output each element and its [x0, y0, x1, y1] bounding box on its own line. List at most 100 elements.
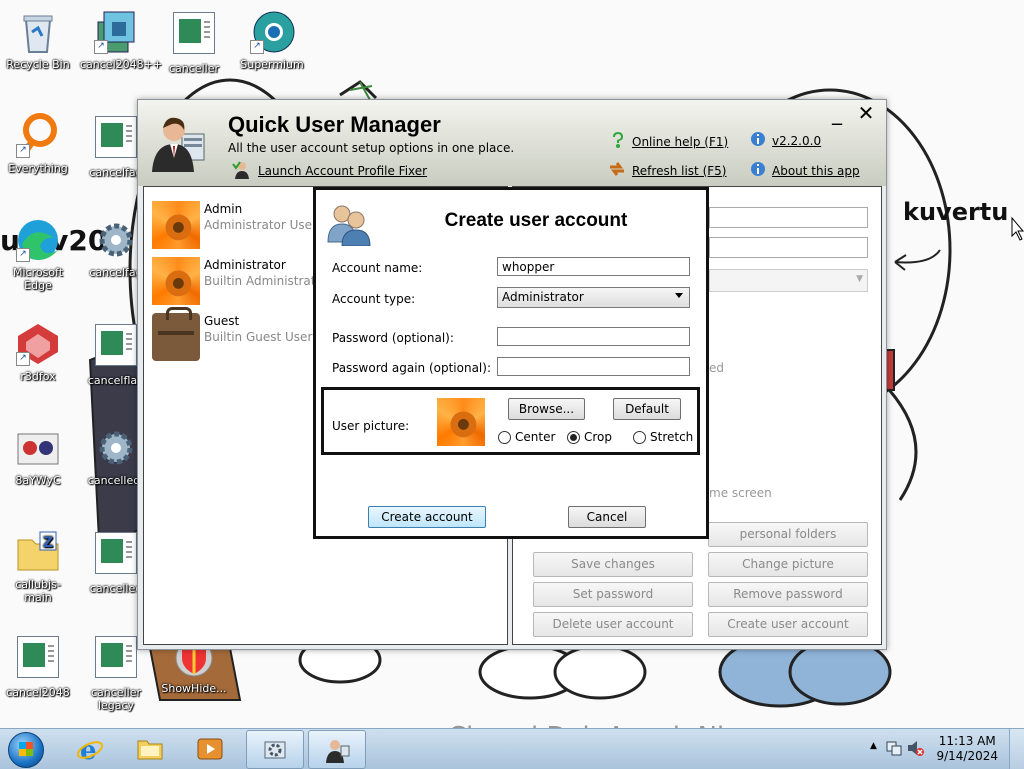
document-icon — [14, 636, 62, 684]
refresh-list-link[interactable]: Refresh list (F5) — [632, 164, 726, 178]
svg-text:Z: Z — [43, 535, 53, 551]
version-row: v2.2.0.0 — [750, 131, 821, 150]
desktop-icon-supermium[interactable]: ↗ Supermium — [236, 8, 308, 71]
desktop-icon-cancel2048pp[interactable]: ↗ cancel2048++ — [80, 8, 162, 71]
create-user-button[interactable]: Create user account — [708, 612, 868, 637]
online-help-link[interactable]: Online help (F1) — [632, 135, 728, 149]
account-type-dropdown[interactable]: Administrator — [497, 287, 690, 308]
delete-user-button[interactable]: Delete user account — [533, 612, 693, 637]
create-account-button[interactable]: Create account — [368, 506, 486, 528]
info-icon — [750, 161, 766, 180]
desktop-icon-everything[interactable]: ↗ Everything — [2, 112, 74, 175]
user-picture-label: User picture: — [332, 419, 410, 433]
volume-muted-icon[interactable] — [906, 739, 924, 760]
personal-folders-button[interactable]: personal folders — [708, 522, 868, 547]
radio-button-selected-icon — [567, 430, 580, 444]
remove-password-button[interactable]: Remove password — [708, 582, 868, 607]
account-type-select[interactable]: ▼ t — [706, 269, 868, 292]
recycle-bin-icon — [14, 8, 62, 56]
tray-expand-icon[interactable]: ▲ — [870, 741, 877, 751]
user-manager-icon — [323, 736, 351, 764]
windows-logo-icon — [8, 732, 44, 768]
radio-center[interactable]: Center — [498, 430, 555, 444]
document-icon — [92, 532, 140, 580]
minimize-button[interactable]: _ — [825, 102, 849, 124]
radio-button-icon — [633, 430, 646, 444]
document-icon — [92, 116, 140, 164]
info-icon — [750, 131, 766, 150]
start-button[interactable] — [4, 730, 48, 768]
refresh-icon — [608, 161, 626, 180]
user-name: Administrator — [204, 258, 286, 272]
radio-crop[interactable]: Crop — [567, 430, 612, 444]
taskbar-settings-app[interactable] — [246, 730, 304, 769]
online-help-row: Online help (F1) — [610, 131, 728, 152]
user-picture-flower — [152, 257, 200, 305]
taskbar-media-player[interactable] — [182, 730, 238, 767]
taskbar-internet-explorer[interactable]: e — [62, 730, 118, 767]
launch-profile-fixer-link[interactable]: Launch Account Profile Fixer — [258, 164, 427, 178]
user-description: Administrator User — [204, 218, 317, 232]
desktop-icon-cancel2048[interactable]: cancel2048 — [2, 632, 74, 699]
account-name-input[interactable] — [497, 257, 690, 276]
dialog-title: Create user account — [444, 210, 628, 231]
taskbar-quick-user-manager[interactable] — [308, 730, 366, 769]
desktop-icon-r3dfox[interactable]: ↗ r3dfox — [2, 320, 74, 383]
user-manager-logo-icon — [146, 110, 210, 174]
radio-button-icon — [498, 430, 511, 444]
app-title: Quick User Manager — [228, 112, 441, 137]
wallpaper-text-kuvertu: kuvertu — [903, 198, 1008, 226]
description-field[interactable] — [709, 237, 868, 258]
user-picture-preview — [437, 398, 485, 446]
browser-icon: ↗ — [248, 8, 296, 56]
user-picture-suitcase — [152, 307, 200, 361]
show-desktop-button[interactable] — [1009, 729, 1024, 769]
network-icon[interactable] — [886, 739, 902, 760]
password-again-label: Password again (optional): — [332, 361, 491, 375]
document-icon — [92, 636, 140, 684]
password-label: Password (optional): — [332, 331, 454, 345]
chevron-down-icon — [675, 293, 683, 298]
document-icon — [170, 12, 218, 60]
user-picture-group: User picture: Browse... Default Center C… — [321, 387, 700, 455]
taskbar-file-explorer[interactable] — [122, 730, 178, 767]
password-again-input[interactable] — [497, 357, 690, 376]
user-name: Guest — [204, 314, 240, 328]
about-link[interactable]: About this app — [772, 164, 860, 178]
desktop-icon-canceller[interactable]: canceller — [158, 8, 230, 75]
radio-stretch[interactable]: Stretch — [633, 430, 693, 444]
folder-icon — [136, 735, 164, 763]
browse-button[interactable]: Browse... — [508, 398, 585, 420]
clock-date: 9/14/2024 — [936, 749, 998, 763]
edge-icon: ↗ — [14, 216, 62, 264]
user-description: Builtin Administrator — [204, 274, 328, 288]
cancel-button[interactable]: Cancel — [568, 506, 646, 528]
set-password-button[interactable]: Set password — [533, 582, 693, 607]
default-picture-button[interactable]: Default — [613, 398, 681, 420]
installer-icon: ↗ — [92, 8, 140, 56]
internet-explorer-icon: e — [76, 735, 104, 766]
desktop-icon-microsoft-edge[interactable]: ↗ Microsoft Edge — [2, 216, 74, 292]
save-changes-button[interactable]: Save changes — [533, 552, 693, 577]
svg-text:e: e — [80, 736, 97, 763]
faded-option-text: me screen — [709, 486, 772, 500]
faded-option-text: ed — [709, 361, 724, 375]
help-icon — [610, 131, 626, 152]
version-link[interactable]: v2.2.0.0 — [772, 134, 821, 148]
desktop-icon-recycle-bin[interactable]: Recycle Bin — [2, 8, 74, 71]
full-name-field[interactable] — [709, 207, 868, 228]
document-icon — [92, 324, 140, 372]
clock[interactable]: 11:13 AM 9/14/2024 — [936, 734, 998, 764]
about-row: About this app — [750, 161, 860, 180]
title-bar: Quick User Manager All the user account … — [138, 100, 886, 186]
desktop-icon-callubjs-main[interactable]: Z callubjs-main — [2, 528, 74, 604]
password-input[interactable] — [497, 327, 690, 346]
user-picture-flower — [152, 201, 200, 249]
media-player-icon — [196, 735, 224, 763]
close-button[interactable]: ✕ — [854, 102, 878, 124]
clock-time: 11:13 AM — [938, 734, 996, 748]
change-picture-button[interactable]: Change picture — [708, 552, 868, 577]
user-description: Builtin Guest User — [204, 330, 313, 344]
taskbar: e ▲ 11:13 AM 9/14/2024 — [0, 728, 1024, 769]
desktop-icon-8aywyc[interactable]: 8aYWyC — [2, 424, 74, 487]
